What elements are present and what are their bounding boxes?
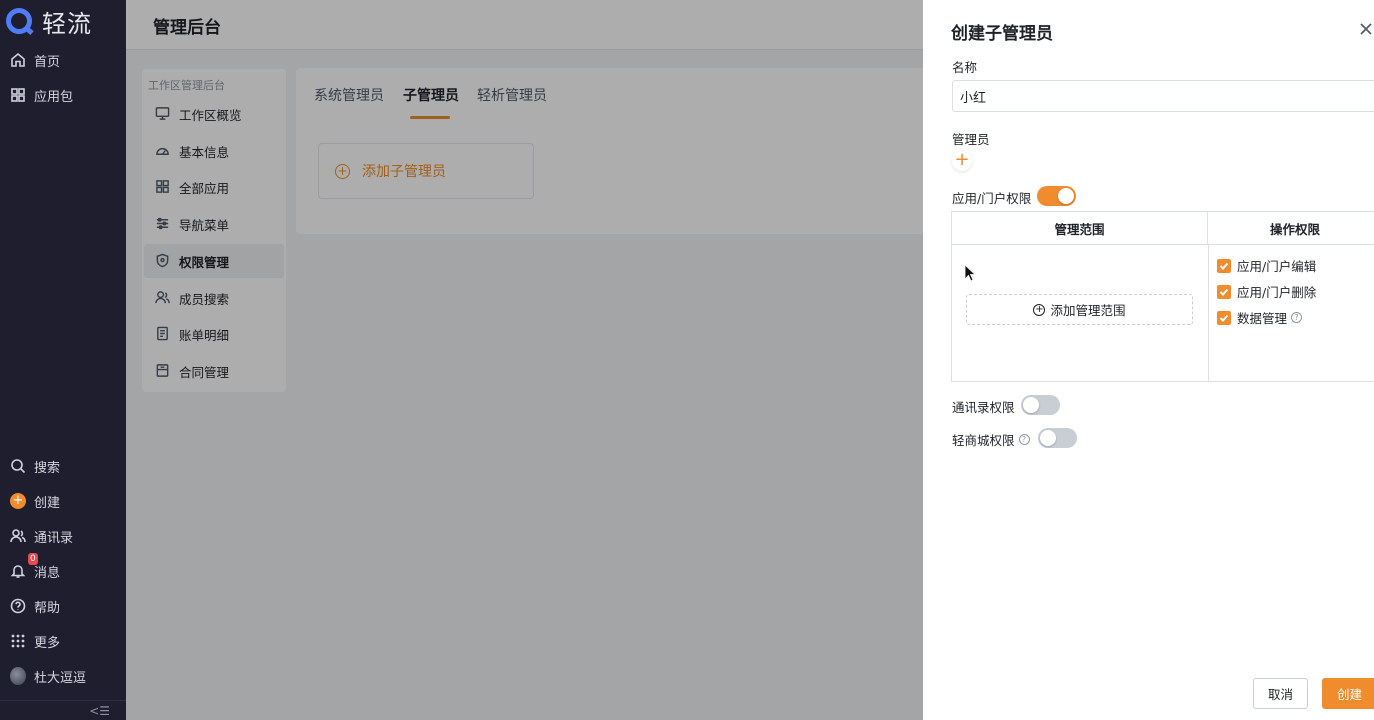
grid-icon (10, 87, 26, 103)
contacts-perm-toggle[interactable] (1021, 395, 1060, 415)
help-icon (10, 598, 26, 614)
nav-item-search[interactable]: 搜索 (0, 451, 126, 481)
logo-text: 轻流 (42, 9, 92, 38)
message-badge: 0 (28, 553, 38, 565)
close-icon[interactable] (1359, 22, 1373, 36)
nav-item-label: 帮助 (34, 600, 61, 616)
nav-item-home[interactable]: 首页 (0, 45, 126, 75)
add-scope-label: 添加管理范围 (1050, 303, 1126, 318)
nav-item-create[interactable]: + 创建 (0, 486, 126, 516)
avatar (10, 667, 26, 685)
add-circle-icon: + (1033, 303, 1046, 316)
nav-item-label: 首页 (34, 54, 61, 70)
nav-item-user[interactable]: 杜大逗逗 (0, 661, 126, 691)
op-app-edit[interactable]: 应用/门户编辑 (1217, 256, 1316, 275)
mall-perm-label: 轻商城权限 (952, 433, 1015, 448)
cancel-button[interactable]: 取消 (1253, 678, 1308, 709)
add-admin-button[interactable]: + (952, 151, 972, 171)
nav-item-label: 搜索 (34, 460, 61, 476)
op-label: 应用/门户删除 (1237, 285, 1317, 300)
app-perm-label: 应用/门户权限 (952, 191, 1032, 206)
more-icon (10, 633, 26, 649)
mall-perm-row: 轻商城权限 ? (952, 430, 1030, 449)
question-icon[interactable]: ? (1018, 434, 1030, 445)
nav-item-label: 更多 (34, 635, 61, 651)
checkbox-checked-icon[interactable] (1217, 284, 1231, 299)
op-data-manage[interactable]: 数据管理 ? (1217, 308, 1303, 327)
main-nav: 轻流 首页 应用包 搜索 + 创建 通讯录 0 消息 帮助 更多 杜大逗逗 <☰ (0, 0, 126, 720)
admin-label: 管理员 (952, 132, 990, 147)
permission-table: 管理范围 操作权限 + 添加管理范围 应用/门户编辑 应用/门户删除 数据管理 … (951, 211, 1374, 382)
nav-item-label: 通讯录 (34, 530, 74, 546)
drawer-title: 创建子管理员 (951, 24, 1053, 44)
nav-item-help[interactable]: 帮助 (0, 591, 126, 621)
bell-icon (10, 563, 26, 579)
search-icon (10, 458, 26, 474)
nav-item-label: 创建 (34, 495, 61, 511)
create-icon: + (10, 493, 26, 509)
op-label: 数据管理 (1237, 311, 1288, 326)
question-icon[interactable]: ? (1291, 312, 1303, 323)
op-app-delete[interactable]: 应用/门户删除 (1217, 282, 1316, 301)
home-icon (10, 52, 26, 68)
create-button[interactable]: 创建 (1322, 678, 1374, 709)
logo-icon (6, 8, 32, 34)
name-label: 名称 (952, 60, 978, 75)
nav-item-label: 消息 (34, 565, 61, 581)
nav-item-contacts[interactable]: 通讯录 (0, 521, 126, 551)
column-divider (1208, 245, 1209, 382)
contacts-perm-label: 通讯录权限 (952, 400, 1015, 415)
checkbox-checked-icon[interactable] (1217, 310, 1231, 325)
mall-perm-toggle[interactable] (1038, 428, 1077, 448)
contacts-icon (10, 528, 26, 544)
ops-header: 操作权限 (1208, 212, 1374, 245)
checkbox-checked-icon[interactable] (1217, 258, 1231, 273)
toggle-knob (1023, 397, 1039, 413)
mouse-cursor-icon (964, 264, 976, 282)
nav-item-app-package[interactable]: 应用包 (0, 80, 126, 110)
logo[interactable]: 轻流 (6, 6, 92, 38)
nav-item-messages[interactable]: 0 消息 (0, 553, 126, 586)
add-scope-button[interactable]: + 添加管理范围 (966, 294, 1193, 325)
name-input[interactable] (952, 80, 1374, 112)
app-perm-toggle[interactable] (1037, 186, 1076, 206)
collapse-sidebar-button[interactable]: <☰ (0, 700, 126, 720)
toggle-knob (1058, 188, 1074, 204)
scope-header: 管理范围 (952, 212, 1208, 245)
op-label: 应用/门户编辑 (1237, 259, 1317, 274)
user-name: 杜大逗逗 (34, 670, 87, 686)
collapse-icon: <☰ (89, 704, 110, 718)
modal-overlay[interactable] (126, 0, 923, 720)
nav-item-more[interactable]: 更多 (0, 626, 126, 656)
toggle-knob (1040, 430, 1056, 446)
nav-item-label: 应用包 (34, 89, 74, 105)
create-sub-admin-drawer: 创建子管理员 名称 管理员 + 应用/门户权限 管理范围 操作权限 + 添加管理… (923, 0, 1374, 720)
